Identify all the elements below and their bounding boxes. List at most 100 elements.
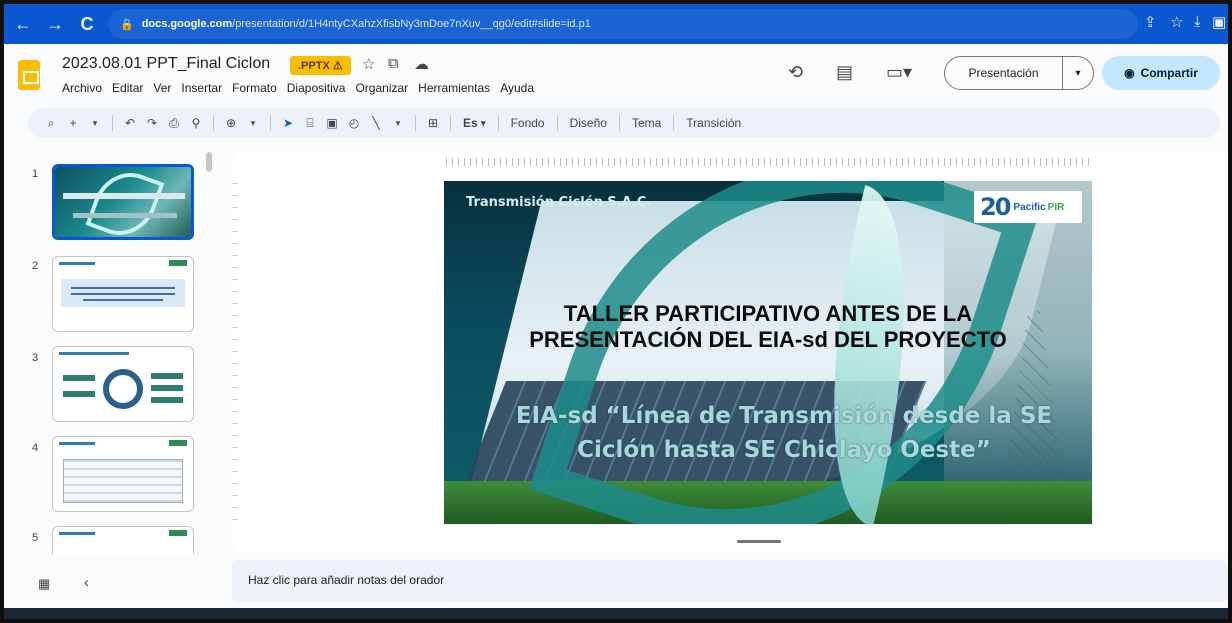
menu-editar[interactable]: Editar	[112, 81, 143, 95]
reload-icon[interactable]: C	[74, 11, 100, 37]
share-label: Compartir	[1140, 66, 1198, 80]
slides-logo-icon[interactable]	[18, 60, 40, 90]
lock-icon: 🔒	[120, 18, 134, 31]
toolbar-divider	[213, 115, 214, 131]
slide-company-name[interactable]: Transmisión Ciclón S.A.C.	[466, 195, 651, 210]
meet-camera-icon[interactable]: ▭▾	[886, 62, 912, 83]
slide-thumbnail-3[interactable]	[52, 346, 194, 422]
file-type-badge[interactable]: .PPTX ⚠	[290, 56, 351, 75]
speaker-notes-placeholder: Haz clic para añadir notas del orador	[248, 573, 445, 587]
slide-title-line-2: PRESENTACIÓN DEL EIA-sd DEL PROYECTO	[529, 327, 1007, 352]
current-slide[interactable]: Transmisión Ciclón S.A.C. 20 Pacific PIR…	[444, 181, 1092, 524]
forward-icon[interactable]: →	[42, 11, 68, 37]
logo-anniversary-number: 20	[980, 193, 1011, 221]
share-button[interactable]: ◉ Compartir	[1102, 56, 1220, 90]
background-button[interactable]: Fondo	[505, 111, 551, 135]
bookmark-star-icon[interactable]: ☆	[1170, 13, 1183, 31]
thumbnail-header	[59, 442, 95, 445]
history-icon[interactable]: ⟲	[788, 62, 803, 83]
menu-ver[interactable]: Ver	[153, 81, 171, 95]
present-button[interactable]: Presentación ▾	[944, 56, 1094, 90]
thumbnail-header	[59, 352, 129, 355]
document-title[interactable]: 2023.08.01 PPT_Final Ciclon	[62, 55, 270, 73]
slide-filmstrip[interactable]: 1 2 3 4 5	[4, 144, 216, 554]
extension-icon[interactable]: ▣	[1212, 13, 1226, 31]
layout-button[interactable]: Diseño	[564, 111, 613, 135]
input-language-button[interactable]: Es ▾	[457, 111, 492, 135]
text-box-icon[interactable]: ⌸	[299, 111, 321, 135]
menu-archivo[interactable]: Archivo	[62, 81, 102, 95]
menu-diapositiva[interactable]: Diapositiva	[287, 81, 346, 95]
thumbnail-logo	[169, 260, 187, 266]
speaker-notes-field[interactable]: Haz clic para añadir notas del orador	[232, 560, 1228, 602]
chevron-down-icon[interactable]: ▾	[1063, 68, 1093, 79]
new-slide-icon[interactable]: +	[62, 111, 84, 135]
app-header: 2023.08.01 PPT_Final Ciclon .PPTX ⚠ ☆ ⧉ …	[4, 44, 1228, 106]
search-menus-icon[interactable]: ⌕	[40, 111, 62, 135]
menu-ayuda[interactable]: Ayuda	[500, 81, 534, 95]
slide-subtitle-line-1: EIA-sd “Línea de Transmisión desde la SE	[515, 403, 1053, 429]
theme-button[interactable]: Tema	[626, 111, 667, 135]
undo-icon[interactable]: ↶	[119, 111, 141, 135]
zoom-dropdown-icon[interactable]: ▾	[242, 111, 264, 135]
thumbnail-text-line	[71, 287, 175, 289]
slide-subtitle-line-2: Ciclón hasta SE Chiclayo Oeste”	[577, 437, 991, 463]
paint-format-icon[interactable]: ⚲	[185, 111, 207, 135]
select-cursor-icon[interactable]: ➤	[277, 111, 299, 135]
toolbar-divider	[673, 115, 675, 131]
shape-icon[interactable]: ◴	[343, 111, 365, 135]
slide-number: 3	[32, 352, 39, 364]
share-page-icon[interactable]: ⇪	[1144, 13, 1157, 31]
canvas-resize-handle[interactable]	[737, 540, 781, 543]
thumbnail-logo	[169, 530, 187, 536]
print-icon[interactable]: ⎙	[163, 111, 185, 135]
slide-thumbnail-2[interactable]	[52, 256, 194, 332]
logo-text-pacific: Pacific	[1013, 201, 1046, 213]
slide-thumbnail-4[interactable]	[52, 436, 194, 512]
slide-number: 5	[32, 532, 39, 544]
present-label[interactable]: Presentación	[945, 57, 1063, 89]
menu-herramientas[interactable]: Herramientas	[418, 81, 490, 95]
address-bar[interactable]: 🔒 docs.google.com /presentation/d/1H4nty…	[108, 9, 1138, 39]
zoom-icon[interactable]: ⊕	[220, 111, 242, 135]
grid-view-icon[interactable]: ▦	[38, 576, 50, 592]
globe-icon: ◉	[1124, 66, 1135, 80]
slide-thumbnail-1[interactable]	[52, 164, 194, 240]
slide-thumbnail-5[interactable]	[52, 526, 194, 554]
slide-number: 1	[32, 168, 39, 180]
line-icon[interactable]: ╲	[365, 111, 387, 135]
menu-formato[interactable]: Formato	[232, 81, 277, 95]
horizontal-ruler[interactable]	[446, 158, 1092, 166]
url-host: docs.google.com	[141, 18, 233, 30]
thumbnail-bar	[151, 385, 183, 391]
thumbnail-diagram	[103, 369, 143, 409]
thumbnail-bar	[63, 375, 95, 381]
move-folder-icon[interactable]: ⧉	[388, 55, 399, 72]
toolbar-divider	[415, 115, 416, 131]
thumbnail-text-line	[71, 293, 175, 295]
thumbnail-text-line	[83, 299, 163, 301]
menu-insertar[interactable]: Insertar	[181, 81, 222, 95]
vertical-ruler[interactable]	[232, 180, 238, 520]
file-type-label: .PPTX	[298, 59, 330, 72]
download-icon[interactable]: ⤓	[1194, 13, 1201, 30]
comment-add-icon[interactable]: ⊞	[422, 111, 444, 135]
redo-icon[interactable]: ↷	[141, 111, 163, 135]
slide-subtitle[interactable]: EIA-sd “Línea de Transmisión desde la SE…	[484, 399, 1084, 467]
new-slide-dropdown-icon[interactable]: ▾	[84, 111, 106, 135]
transition-button[interactable]: Transición	[680, 111, 747, 135]
toolbar-divider	[270, 115, 271, 131]
slide-title-line-1: TALLER PARTICIPATIVO ANTES DE LA	[563, 301, 973, 326]
star-icon[interactable]: ☆	[362, 55, 375, 73]
menu-organizar[interactable]: Organizar	[355, 81, 408, 95]
filmstrip-scrollbar[interactable]	[206, 152, 212, 172]
cloud-status-icon[interactable]: ☁	[414, 55, 429, 73]
image-icon[interactable]: ▣	[321, 111, 343, 135]
slide-title[interactable]: TALLER PARTICIPATIVO ANTES DE LA PRESENT…	[464, 301, 1072, 353]
pacific-pir-logo[interactable]: 20 Pacific PIR	[974, 191, 1082, 223]
comments-icon[interactable]: ▤	[836, 62, 853, 83]
line-dropdown-icon[interactable]: ▾	[387, 111, 409, 135]
collapse-filmstrip-icon[interactable]: ‹	[84, 574, 89, 591]
back-icon[interactable]: ←	[10, 11, 36, 37]
formatting-toolbar: ⌕ + ▾ ↶ ↷ ⎙ ⚲ ⊕ ▾ ➤ ⌸ ▣ ◴ ╲ ▾ ⊞ Es ▾ Fon…	[28, 108, 1220, 138]
